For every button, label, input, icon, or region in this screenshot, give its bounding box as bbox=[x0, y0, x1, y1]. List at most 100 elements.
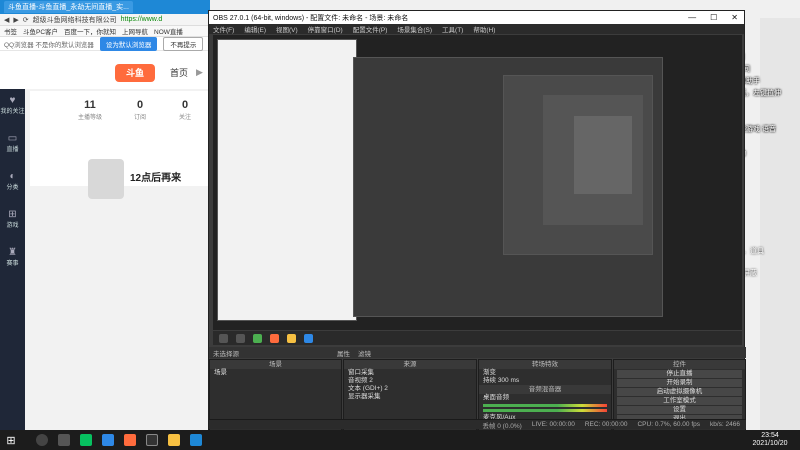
clock-time: 23:54 bbox=[761, 432, 779, 439]
stream-title: 12点后再来 bbox=[130, 173, 182, 184]
no-source-label: 未选择源 bbox=[213, 350, 239, 358]
menu-edit[interactable]: 编辑(E) bbox=[244, 24, 266, 34]
app-icon[interactable] bbox=[304, 333, 313, 343]
mouse-icon: ◐ bbox=[9, 171, 16, 182]
app-icon[interactable] bbox=[253, 333, 262, 343]
recursive-preview bbox=[573, 115, 633, 195]
back-icon[interactable]: ◀ bbox=[4, 16, 9, 24]
settings-button[interactable]: 设置 bbox=[617, 406, 742, 414]
preview-toolbar bbox=[213, 331, 742, 345]
close-icon[interactable]: ✕ bbox=[731, 13, 738, 22]
search-icon[interactable] bbox=[236, 333, 245, 343]
app-icon[interactable] bbox=[270, 333, 279, 343]
obs-icon[interactable] bbox=[146, 434, 158, 446]
task-view-icon[interactable] bbox=[58, 434, 70, 446]
bookmark-item[interactable]: 斗鱼PC客户 bbox=[23, 26, 58, 36]
qq-browser-icon[interactable] bbox=[102, 434, 114, 446]
tv-icon: ▭ bbox=[7, 133, 18, 144]
filters-button[interactable]: 滤镜 bbox=[358, 348, 371, 358]
sidebar-item-games[interactable]: ⊞ 游戏 bbox=[0, 203, 25, 241]
app-icon[interactable] bbox=[190, 434, 202, 446]
source-item[interactable]: 窗口采集 bbox=[344, 369, 476, 377]
source-item[interactable]: 文本 (GDI+) 2 bbox=[344, 385, 476, 393]
menu-scene-collection[interactable]: 场景集合(S) bbox=[397, 24, 432, 34]
menu-tools[interactable]: 工具(T) bbox=[442, 24, 463, 34]
browser-window: 斗鱼直播-斗鱼直播_永劫无间直播_实... ◀ ▶ ⟳ 超级斗鱼网络科技有限公司… bbox=[0, 0, 210, 430]
menu-view[interactable]: 视图(V) bbox=[276, 24, 298, 34]
sidebar-item-events[interactable]: ♜ 赛事 bbox=[0, 241, 25, 279]
sidebar-item-live[interactable]: ▭ 直播 bbox=[0, 127, 25, 165]
virtual-camera-button[interactable]: 启动虚拟摄像机 bbox=[617, 388, 742, 396]
taskbar-clock[interactable]: 23:54 2021/10/20 bbox=[740, 432, 800, 448]
source-bar: 未选择源 属性 滤镜 bbox=[209, 347, 746, 358]
browser-tab[interactable]: 斗鱼直播-斗鱼直播_永劫无间直播_实... bbox=[4, 1, 133, 13]
bookmark-item[interactable]: 百度一下，你就知 bbox=[64, 26, 116, 36]
douyu-logo[interactable]: 斗鱼 bbox=[115, 64, 155, 82]
bookmark-item[interactable]: 上网导航 bbox=[122, 26, 148, 36]
address-bar[interactable]: ◀ ▶ ⟳ 超级斗鱼网络科技有限公司 https://www.d bbox=[0, 14, 210, 26]
douyu-icon[interactable] bbox=[124, 434, 136, 446]
menu-profile[interactable]: 配置文件(P) bbox=[353, 24, 388, 34]
stat-subscribe: 0 订阅 bbox=[133, 99, 146, 121]
menu-file[interactable]: 文件(F) bbox=[213, 24, 234, 34]
obs-status-bar: 丢帧 0 (0.0%) LIVE: 00:00:00 REC: 00:00:00… bbox=[209, 419, 746, 430]
forward-icon[interactable]: ▶ bbox=[13, 16, 18, 24]
minimize-icon[interactable]: — bbox=[688, 13, 696, 22]
windows-start-icon[interactable]: ⊞ bbox=[0, 434, 22, 447]
dock-header: 场景 bbox=[210, 360, 341, 369]
desktop: 斗鱼直播-斗鱼直播_永劫无间直播_实... ◀ ▶ ⟳ 超级斗鱼网络科技有限公司… bbox=[0, 0, 800, 430]
obs-preview[interactable] bbox=[213, 35, 742, 330]
duration-value[interactable]: 300 ms bbox=[498, 377, 519, 384]
dismiss-button[interactable]: 不再提示 bbox=[163, 36, 204, 51]
properties-button[interactable]: 属性 bbox=[337, 348, 350, 358]
clock-date: 2021/10/20 bbox=[752, 440, 788, 447]
live-timer: LIVE: 00:00:00 bbox=[531, 421, 575, 428]
bitrate: kb/s: 2466 bbox=[710, 421, 740, 428]
rec-timer: REC: 00:00:00 bbox=[584, 421, 628, 428]
stop-streaming-button[interactable]: 停止直播 bbox=[617, 370, 742, 378]
dock-header: 来源 bbox=[344, 360, 476, 369]
bookmark-bar: 书签 斗鱼PC客户 百度一下，你就知 上网导航 NOW直播 bbox=[0, 26, 210, 37]
url-text[interactable]: https://www.d bbox=[121, 16, 163, 23]
start-recording-button[interactable]: 开始录制 bbox=[617, 379, 742, 387]
obs-title-bar: OBS 27.0.1 (64-bit, windows) - 配置文件: 未命名… bbox=[209, 11, 744, 24]
sidebar-item-follow[interactable]: ♥ 我的关注 bbox=[0, 89, 25, 127]
stat-level: 11 主播等级 bbox=[77, 99, 102, 121]
refresh-icon[interactable]: ⟳ bbox=[23, 16, 29, 24]
menu-docks[interactable]: 停靠窗口(D) bbox=[308, 24, 343, 34]
site-owner: 超级斗鱼网络科技有限公司 bbox=[32, 16, 117, 24]
play-icon[interactable]: ▶ bbox=[196, 67, 203, 78]
start-icon[interactable] bbox=[219, 333, 228, 343]
avatar bbox=[88, 159, 124, 199]
set-default-button[interactable]: 设为默认浏览器 bbox=[99, 36, 158, 51]
folder-icon[interactable] bbox=[168, 434, 180, 446]
site-sidebar: ♥ 我的关注 ▭ 直播 ◐ 分类 ⊞ 游戏 ♜ 赛事 bbox=[0, 89, 25, 430]
nav-home[interactable]: 首页 bbox=[170, 66, 188, 79]
scene-item[interactable]: 场景 bbox=[210, 369, 341, 377]
bookmark-item[interactable]: 书签 bbox=[4, 26, 17, 36]
menu-help[interactable]: 帮助(H) bbox=[473, 24, 495, 34]
studio-mode-button[interactable]: 工作室模式 bbox=[617, 397, 742, 405]
duration-label: 持续 bbox=[483, 377, 496, 384]
dropped-frames: 丢帧 0 (0.0%) bbox=[482, 422, 522, 430]
heart-icon: ♥ bbox=[9, 95, 16, 106]
maximize-icon[interactable]: ☐ bbox=[710, 13, 717, 22]
transition-select[interactable]: 渐变 bbox=[479, 369, 611, 377]
volume-slider[interactable] bbox=[483, 409, 607, 412]
trophy-icon: ♜ bbox=[8, 247, 17, 258]
site-header: 首页 ▶ bbox=[0, 56, 210, 89]
source-item[interactable]: 显示器采集 bbox=[344, 393, 476, 401]
obs-menu-bar: 文件(F) 编辑(E) 视图(V) 停靠窗口(D) 配置文件(P) 场景集合(S… bbox=[209, 24, 744, 34]
wechat-icon[interactable] bbox=[80, 434, 92, 446]
app-icon[interactable] bbox=[287, 333, 296, 343]
duration-row: 持续 300 ms bbox=[479, 377, 611, 385]
cpu-usage: CPU: 0.7%, 60.00 fps bbox=[637, 421, 700, 428]
source-item[interactable]: 音视频 2 bbox=[344, 377, 476, 385]
mixer-channel-label: 桌面音频 bbox=[483, 394, 509, 401]
sidebar-item-category[interactable]: ◐ 分类 bbox=[0, 165, 25, 203]
search-icon[interactable] bbox=[36, 434, 48, 446]
dock-header: 转场特效 bbox=[479, 360, 611, 369]
mixer-header: 音频混音器 bbox=[479, 385, 611, 394]
browser-tab-bar: 斗鱼直播-斗鱼直播_永劫无间直播_实... bbox=[0, 0, 210, 14]
bookmark-item[interactable]: NOW直播 bbox=[154, 26, 183, 36]
